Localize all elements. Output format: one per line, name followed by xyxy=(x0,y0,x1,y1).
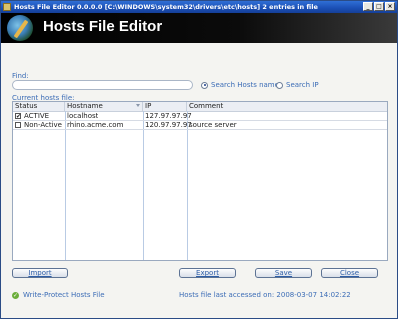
find-input[interactable] xyxy=(12,80,193,90)
status-cell: Non-Active xyxy=(24,121,62,129)
maximize-button[interactable]: □ xyxy=(374,2,384,11)
app-window: Hosts File Editor 0.0.0.0 [C:\WINDOWS\sy… xyxy=(0,0,398,319)
status-cell: ACTIVE xyxy=(24,112,50,120)
status-checkbox[interactable]: ✔ xyxy=(15,113,21,120)
close-window-button[interactable]: × xyxy=(385,2,395,11)
check-circle-icon: ✓ xyxy=(12,291,19,299)
hosts-table[interactable]: Status Hostname IP Comment ✔ ACTIVE loca… xyxy=(12,101,388,261)
hostname-cell: localhost xyxy=(67,112,99,120)
window-controls: _ □ × xyxy=(363,2,395,11)
column-header-status[interactable]: Status xyxy=(13,102,65,111)
comment-cell: source server xyxy=(189,121,237,129)
column-divider xyxy=(187,111,188,260)
column-divider xyxy=(65,111,66,260)
search-ip-radio[interactable]: Search IP xyxy=(276,81,319,89)
import-button[interactable]: Import xyxy=(12,268,68,278)
close-button[interactable]: Close xyxy=(321,268,378,278)
status-checkbox[interactable] xyxy=(15,122,21,128)
app-title: Hosts File Editor xyxy=(43,18,163,35)
save-button[interactable]: Save xyxy=(255,268,312,278)
column-header-ip[interactable]: IP xyxy=(143,102,187,111)
search-hosts-name-radio[interactable]: Search Hosts name xyxy=(201,81,279,89)
search-ip-label: Search IP xyxy=(286,81,319,89)
minimize-button[interactable]: _ xyxy=(363,2,373,11)
write-protect-toggle[interactable]: ✓ Write-Protect Hosts File xyxy=(12,291,105,299)
table-header: Status Hostname IP Comment xyxy=(13,102,387,112)
title-bar[interactable]: Hosts File Editor 0.0.0.0 [C:\WINDOWS\sy… xyxy=(1,1,397,13)
status-text: Hosts file last accessed on: 2008-03-07 … xyxy=(179,291,351,299)
radio-selected-icon xyxy=(201,81,208,89)
table-row[interactable]: Non-Active rhino.acme.com 120.97.97.97 s… xyxy=(13,121,387,130)
sort-arrow-icon xyxy=(136,104,140,107)
column-divider xyxy=(143,111,144,260)
header-banner: Hosts File Editor xyxy=(1,13,397,43)
export-button[interactable]: Export xyxy=(179,268,236,278)
radio-unselected-icon xyxy=(276,81,283,89)
comment-cell xyxy=(187,112,189,121)
write-protect-label: Write-Protect Hosts File xyxy=(23,291,105,299)
window-title: Hosts File Editor 0.0.0.0 [C:\WINDOWS\sy… xyxy=(14,3,318,11)
ip-cell: 120.97.97.97 xyxy=(145,121,192,129)
column-header-hostname-label: Hostname xyxy=(67,102,103,110)
ip-cell: 127.97.97.97 xyxy=(145,112,192,120)
find-label: Find: xyxy=(12,72,29,80)
table-row[interactable]: ✔ ACTIVE localhost 127.97.97.97 xyxy=(13,112,387,121)
hostname-cell: rhino.acme.com xyxy=(67,121,124,129)
column-header-hostname[interactable]: Hostname xyxy=(65,102,143,111)
app-icon xyxy=(3,3,11,11)
column-header-comment[interactable]: Comment xyxy=(187,102,387,111)
search-hosts-name-label: Search Hosts name xyxy=(211,81,279,89)
